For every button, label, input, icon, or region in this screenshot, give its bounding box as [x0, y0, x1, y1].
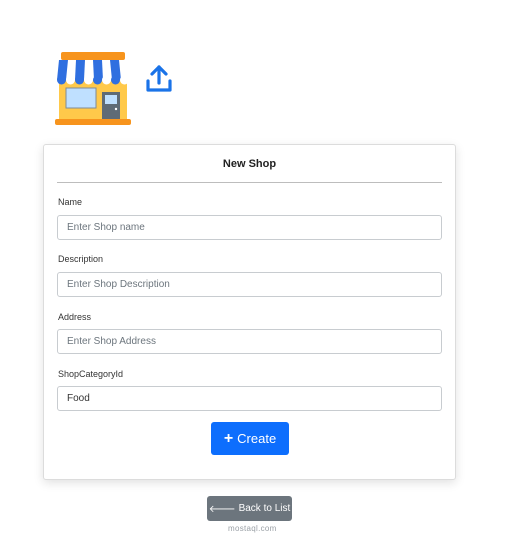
- back-to-list-button[interactable]: 🡐 Back to List: [207, 496, 292, 521]
- storefront-icon: [55, 52, 131, 125]
- create-button[interactable]: + Create: [211, 422, 289, 455]
- shop-address-input[interactable]: [57, 329, 442, 354]
- address-label: Address: [58, 312, 92, 322]
- name-label: Name: [58, 197, 83, 207]
- back-button-label: Back to List: [238, 503, 291, 514]
- form-title: New Shop: [222, 158, 277, 170]
- upload-icon[interactable]: [145, 64, 173, 94]
- shop-name-input[interactable]: [57, 215, 442, 240]
- watermark-text: mostaql.com: [228, 524, 277, 533]
- new-shop-card: New Shop Name Description Address ShopCa…: [43, 144, 456, 480]
- description-label: Description: [58, 254, 104, 264]
- shop-description-input[interactable]: [57, 272, 442, 297]
- plus-icon: +: [223, 429, 234, 447]
- shop-category-input[interactable]: [57, 386, 442, 411]
- create-button-label: Create: [237, 431, 277, 446]
- arrow-left-icon: 🡐: [208, 503, 236, 515]
- title-divider: [57, 182, 442, 183]
- logo-area: [54, 50, 184, 126]
- shop-category-label: ShopCategoryId: [58, 369, 124, 379]
